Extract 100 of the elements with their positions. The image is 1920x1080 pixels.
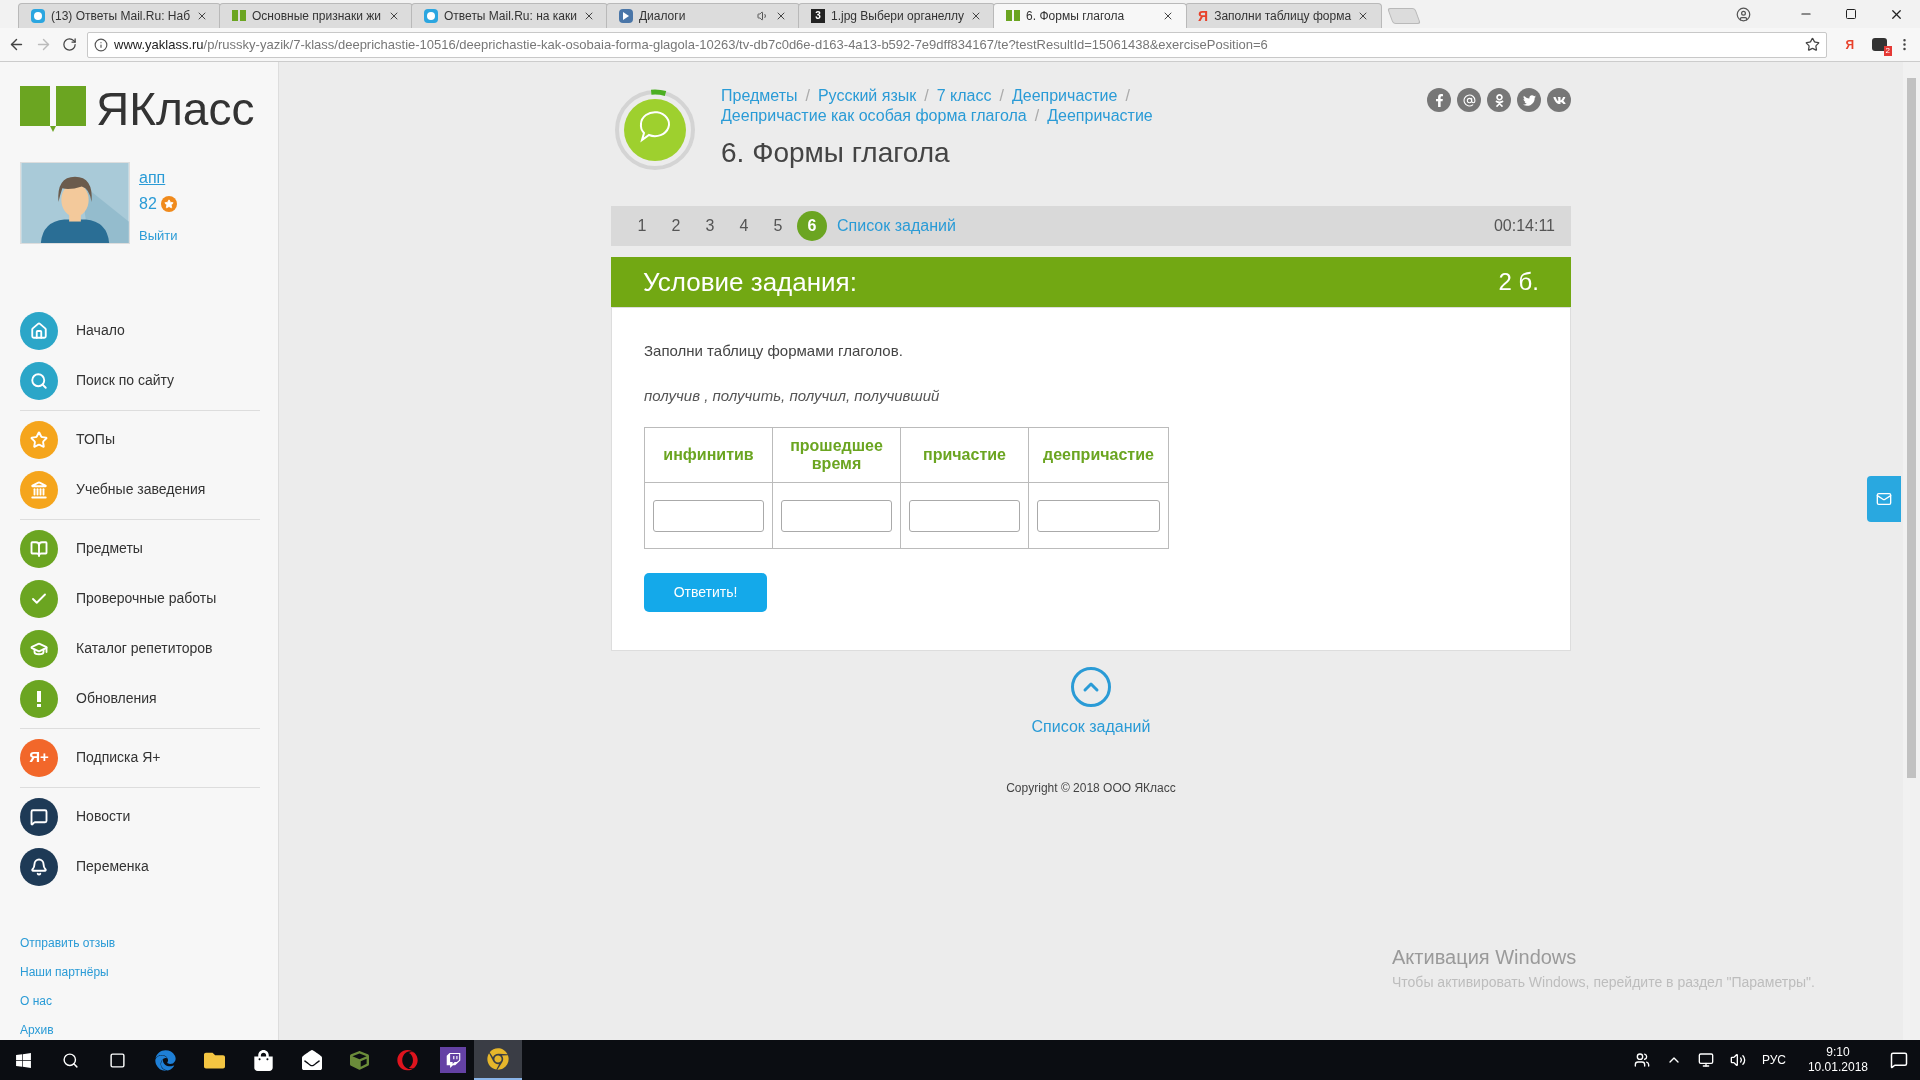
feedback-mail-button[interactable] xyxy=(1867,476,1901,522)
browser-tab[interactable]: (13) Ответы Mail.Ru: Наб xyxy=(18,3,222,28)
word-list: получив , получить, получил, получивший xyxy=(644,384,1538,407)
breadcrumb-separator: / xyxy=(1034,107,1040,124)
start-icon[interactable] xyxy=(15,1051,32,1069)
mail-icon[interactable] xyxy=(302,1050,322,1070)
nav-label: Поиск по сайту xyxy=(76,371,175,390)
browser-tab[interactable]: Я Заполни таблицу форма xyxy=(1185,3,1383,28)
nav-item[interactable]: Переменка xyxy=(20,841,260,892)
star-icon xyxy=(30,430,48,449)
extension-badge: 2 xyxy=(1883,46,1892,56)
footer-link[interactable]: Наши партнёры xyxy=(20,962,260,982)
browser-tab[interactable]: Основные признаки жи xyxy=(219,3,414,28)
page-title: 6. Формы глагола xyxy=(721,136,951,170)
exercise-number[interactable]: 4 xyxy=(729,211,759,241)
nav-label: Каталог репетиторов xyxy=(76,639,213,658)
url-text: www.yaklass.ru/p/russky-yazik/7-klass/deeprichastie-10516/deeprichastie-kak-osobaia-forma-glagola-10263/tv-db7c0d6e-d163-4a13-b592-7e9dff834167/te?testResultId=15061438&exercisePosition=6 xyxy=(114,35,1268,54)
nav-item[interactable]: Учебные заведения xyxy=(20,464,260,515)
nav-item[interactable]: ТОПы xyxy=(20,414,260,465)
footer-link[interactable]: Отправить отзыв xyxy=(20,933,260,953)
browser-tab[interactable]: Диалоги xyxy=(605,3,800,28)
tab-favicon: 3 xyxy=(810,9,825,23)
nav-label: Начало xyxy=(76,321,125,340)
browser-tab[interactable]: 6. Формы глагола xyxy=(993,3,1188,28)
reload-icon[interactable] xyxy=(62,37,77,52)
breadcrumb-separator: / xyxy=(1125,87,1130,104)
browser-tab[interactable]: Ответы Mail.Ru: на каки xyxy=(411,3,608,28)
nav-label: Подписка Я+ xyxy=(76,748,161,767)
nav-item[interactable]: Проверочные работы xyxy=(20,573,260,624)
twitter-icon[interactable] xyxy=(1517,88,1541,112)
task-points: 2 б. xyxy=(1498,267,1539,297)
clock[interactable]: 9:10 10.01.2018 xyxy=(1801,1045,1874,1075)
tab-title: Ответы Mail.Ru: на каки xyxy=(444,8,577,25)
nav-item[interactable]: Начало xyxy=(20,305,260,356)
facebook-icon[interactable] xyxy=(1427,88,1451,112)
column-header: причастие xyxy=(900,427,1029,483)
vk-icon[interactable] xyxy=(1547,88,1571,112)
answer-field[interactable] xyxy=(653,499,764,532)
twitch-icon[interactable] xyxy=(440,1047,466,1073)
task-view-icon[interactable] xyxy=(109,1051,126,1069)
exercise-number[interactable]: 5 xyxy=(763,211,793,241)
logout-link[interactable]: Выйти xyxy=(139,226,178,246)
chrome-icon[interactable] xyxy=(474,1040,522,1080)
footer-link[interactable]: О нас xyxy=(20,991,260,1011)
star-badge-icon xyxy=(160,196,177,212)
yandex-extension-icon[interactable]: Я xyxy=(1837,35,1862,54)
exercise-number[interactable]: 3 xyxy=(695,211,725,241)
user-name-link[interactable]: апп xyxy=(139,168,178,188)
volume-icon[interactable] xyxy=(1729,1052,1746,1068)
nav-item[interactable]: Каталог репетиторов xyxy=(20,623,260,674)
copyright-text: Copyright © 2018 ООО ЯКласс xyxy=(1006,780,1176,797)
answer-field[interactable] xyxy=(909,499,1020,532)
notifications-icon[interactable] xyxy=(1890,1051,1908,1069)
nav-label: Переменка xyxy=(76,857,149,876)
back-icon[interactable] xyxy=(8,36,25,53)
column-header: деепричастие xyxy=(1028,427,1169,483)
odnoklassniki-icon[interactable] xyxy=(1487,88,1511,112)
breadcrumb-separator: / xyxy=(999,87,1004,104)
answer-field[interactable] xyxy=(781,499,892,532)
network-icon[interactable] xyxy=(1697,1052,1714,1068)
nav-item[interactable]: Обновления xyxy=(20,673,260,724)
browser-e-icon[interactable] xyxy=(155,1049,176,1071)
nav-item[interactable]: Новости xyxy=(20,791,260,842)
people-icon[interactable] xyxy=(1633,1052,1650,1068)
nav-item[interactable]: Предметы xyxy=(20,523,260,574)
breadcrumb-separator: / xyxy=(805,87,810,104)
at-sign-icon[interactable] xyxy=(1457,88,1481,112)
scrollbar-thumb[interactable] xyxy=(1907,78,1916,778)
scroll-up-icon[interactable] xyxy=(1071,667,1111,707)
nav-item[interactable]: Я+ Подписка Я+ xyxy=(20,732,260,783)
language-indicator[interactable]: РУС xyxy=(1761,1051,1786,1069)
extension-icon[interactable] xyxy=(1872,38,1887,51)
address-bar[interactable]: www.yaklass.ru/p/russky-yazik/7-klass/deeprichastie-10516/deeprichastie-kak-osobaia-forma-glagola-10263/tv-db7c0d6e-d163-4a13-b592-7e9dff834167/te?testResultId=15061438&exercisePosition=6 xyxy=(87,31,1828,58)
badge-text: Я+ xyxy=(29,747,49,768)
browser-tab[interactable]: 3 1.jpg Выбери органеллу xyxy=(797,3,996,28)
task-instruction: Заполни таблицу формами глаголов. xyxy=(644,341,904,361)
restore-icon[interactable] xyxy=(1845,8,1857,20)
exercise-number[interactable]: 1 xyxy=(627,211,657,241)
exercise-number[interactable]: 2 xyxy=(661,211,691,241)
profile-icon[interactable] xyxy=(1736,6,1751,22)
column-header: инфинитив xyxy=(644,427,773,483)
exclamation-icon xyxy=(37,690,41,707)
grass-block-icon[interactable] xyxy=(350,1050,369,1070)
bookmark-star-icon[interactable] xyxy=(1805,37,1821,52)
footer-link[interactable]: Архив xyxy=(20,1020,260,1040)
play-icon xyxy=(618,9,633,23)
exercise-number[interactable]: 6 xyxy=(797,211,827,241)
book-icon xyxy=(232,10,247,22)
answer-field[interactable] xyxy=(1037,499,1160,532)
tab-title: 6. Формы глагола xyxy=(1026,8,1126,25)
nav-label: Учебные заведения xyxy=(76,480,206,499)
building-icon xyxy=(30,480,48,499)
shopping-bag-icon[interactable] xyxy=(253,1049,274,1071)
bell-icon xyxy=(30,857,48,876)
search-icon[interactable] xyxy=(62,1051,79,1069)
opera-icon[interactable] xyxy=(397,1049,418,1071)
nav-item[interactable]: Поиск по сайту xyxy=(20,355,260,406)
mail-icon xyxy=(1876,491,1892,507)
tab-title: 1.jpg Выбери органеллу xyxy=(830,8,965,25)
logo-book-icon xyxy=(20,86,86,132)
